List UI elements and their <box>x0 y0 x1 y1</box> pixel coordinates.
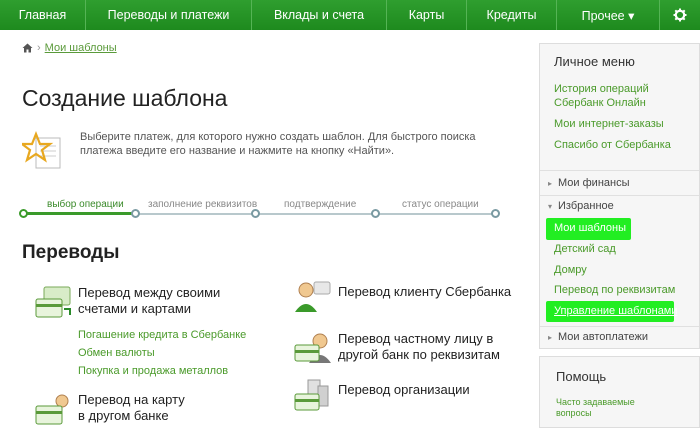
transfer-private-other-bank[interactable]: Перевод частному лицу в другой банк по р… <box>294 331 504 369</box>
page-title: Создание шаблона <box>22 85 228 111</box>
link-internet-orders[interactable]: Мои интернет-заказы <box>554 117 664 131</box>
step-fill-details: заполнение реквизитов <box>148 199 258 210</box>
section-autopayments-label: Мои автоплатежи <box>558 331 649 343</box>
fav-manage-templates[interactable]: Управление шаблонами <box>554 305 678 317</box>
divider <box>540 195 699 196</box>
transfers-title: Переводы <box>22 242 120 263</box>
transfer-own-accounts[interactable]: Перевод между своими счетами и картами <box>34 285 234 323</box>
transfer-own-accounts-label: Перевод между своими счетами и картами <box>78 285 221 316</box>
step-status: статус операции <box>402 199 479 210</box>
arrow-down-icon: ▾ <box>548 201 553 211</box>
transfer-private-other-bank-label: Перевод частному лицу в другой банк по р… <box>338 331 500 362</box>
nav-transfers[interactable]: Переводы и платежи <box>86 0 252 30</box>
section-my-finances[interactable]: ▸ Мои финансы <box>548 177 630 189</box>
section-favorites[interactable]: ▾ Избранное <box>548 200 614 212</box>
nav-cards[interactable]: Карты <box>387 0 467 30</box>
section-favorites-label: Избранное <box>558 200 614 212</box>
step-dot-5 <box>491 209 500 218</box>
personal-menu: Личное меню История операций Сбербанк Он… <box>539 43 700 349</box>
step-dot-3 <box>251 209 260 218</box>
link-loan-repayment[interactable]: Погашение кредита в Сбербанке <box>78 329 246 341</box>
help-title: Помощь <box>556 369 607 384</box>
divider <box>540 326 699 327</box>
breadcrumb: › Мои шаблоны <box>22 42 117 54</box>
step-select-operation: выбор операции <box>47 199 124 210</box>
star-template-icon <box>22 131 61 169</box>
nav-other[interactable]: Прочее ▾ <box>557 0 660 30</box>
transfer-organization[interactable]: Перевод организации <box>294 378 494 416</box>
breadcrumb-my-templates[interactable]: Мои шаблоны <box>45 42 117 54</box>
fav-my-templates[interactable]: Мои шаблоны <box>554 222 626 234</box>
section-autopayments[interactable]: ▸ Мои автоплатежи <box>548 331 648 343</box>
gear-icon <box>673 8 687 22</box>
step-confirmation: подтверждение <box>284 199 357 210</box>
home-icon[interactable] <box>22 43 33 53</box>
fav-domru[interactable]: Домру <box>554 264 587 276</box>
arrow-right-icon: ▸ <box>548 178 553 188</box>
link-faq[interactable]: Часто задаваемые вопросы <box>556 397 656 419</box>
card-person-icon <box>35 394 69 425</box>
intro-text: Выберите платеж, для которого нужно созд… <box>80 131 476 157</box>
link-spasibo[interactable]: Спасибо от Сбербанка <box>554 138 671 152</box>
top-nav: Главная Переводы и платежи Вклады и счет… <box>0 0 700 30</box>
fav-transfer-details[interactable]: Перевод по реквизитам <box>554 284 675 296</box>
transfer-card-other-bank-label: Перевод на карту в другом банке <box>78 392 185 423</box>
help-box: Помощь Часто задаваемые вопросы <box>539 356 700 428</box>
arrow-right-icon: ▸ <box>548 332 553 342</box>
person-handshake-icon <box>295 281 331 312</box>
nav-main[interactable]: Главная <box>0 0 86 30</box>
step-dot-1 <box>19 209 28 218</box>
divider <box>540 170 699 171</box>
building-card-icon <box>294 379 329 411</box>
nav-deposits[interactable]: Вклады и счета <box>252 0 387 30</box>
progress-done <box>24 212 136 215</box>
transfer-client-sber-label: Перевод клиенту Сбербанка <box>338 284 512 299</box>
transfer-organization-label: Перевод организации <box>338 382 470 397</box>
link-operations-history[interactable]: История операций Сбербанк Онлайн <box>554 82 684 110</box>
fav-kindergarten[interactable]: Детский сад <box>554 243 616 255</box>
cards-transfer-icon <box>35 286 71 318</box>
personal-menu-title: Личное меню <box>554 54 635 69</box>
person-card-icon <box>294 333 331 363</box>
transfer-client-sber[interactable]: Перевод клиенту Сбербанка <box>294 280 514 318</box>
link-currency-exchange[interactable]: Обмен валюты <box>78 347 155 359</box>
link-metals[interactable]: Покупка и продажа металлов <box>78 365 228 377</box>
transfer-card-other-bank[interactable]: Перевод на карту в другом банке <box>34 392 194 428</box>
nav-settings[interactable] <box>660 0 700 30</box>
nav-credits[interactable]: Кредиты <box>467 0 557 30</box>
step-dot-2 <box>131 209 140 218</box>
breadcrumb-separator: › <box>37 42 41 54</box>
section-my-finances-label: Мои финансы <box>558 177 630 189</box>
step-dot-4 <box>371 209 380 218</box>
